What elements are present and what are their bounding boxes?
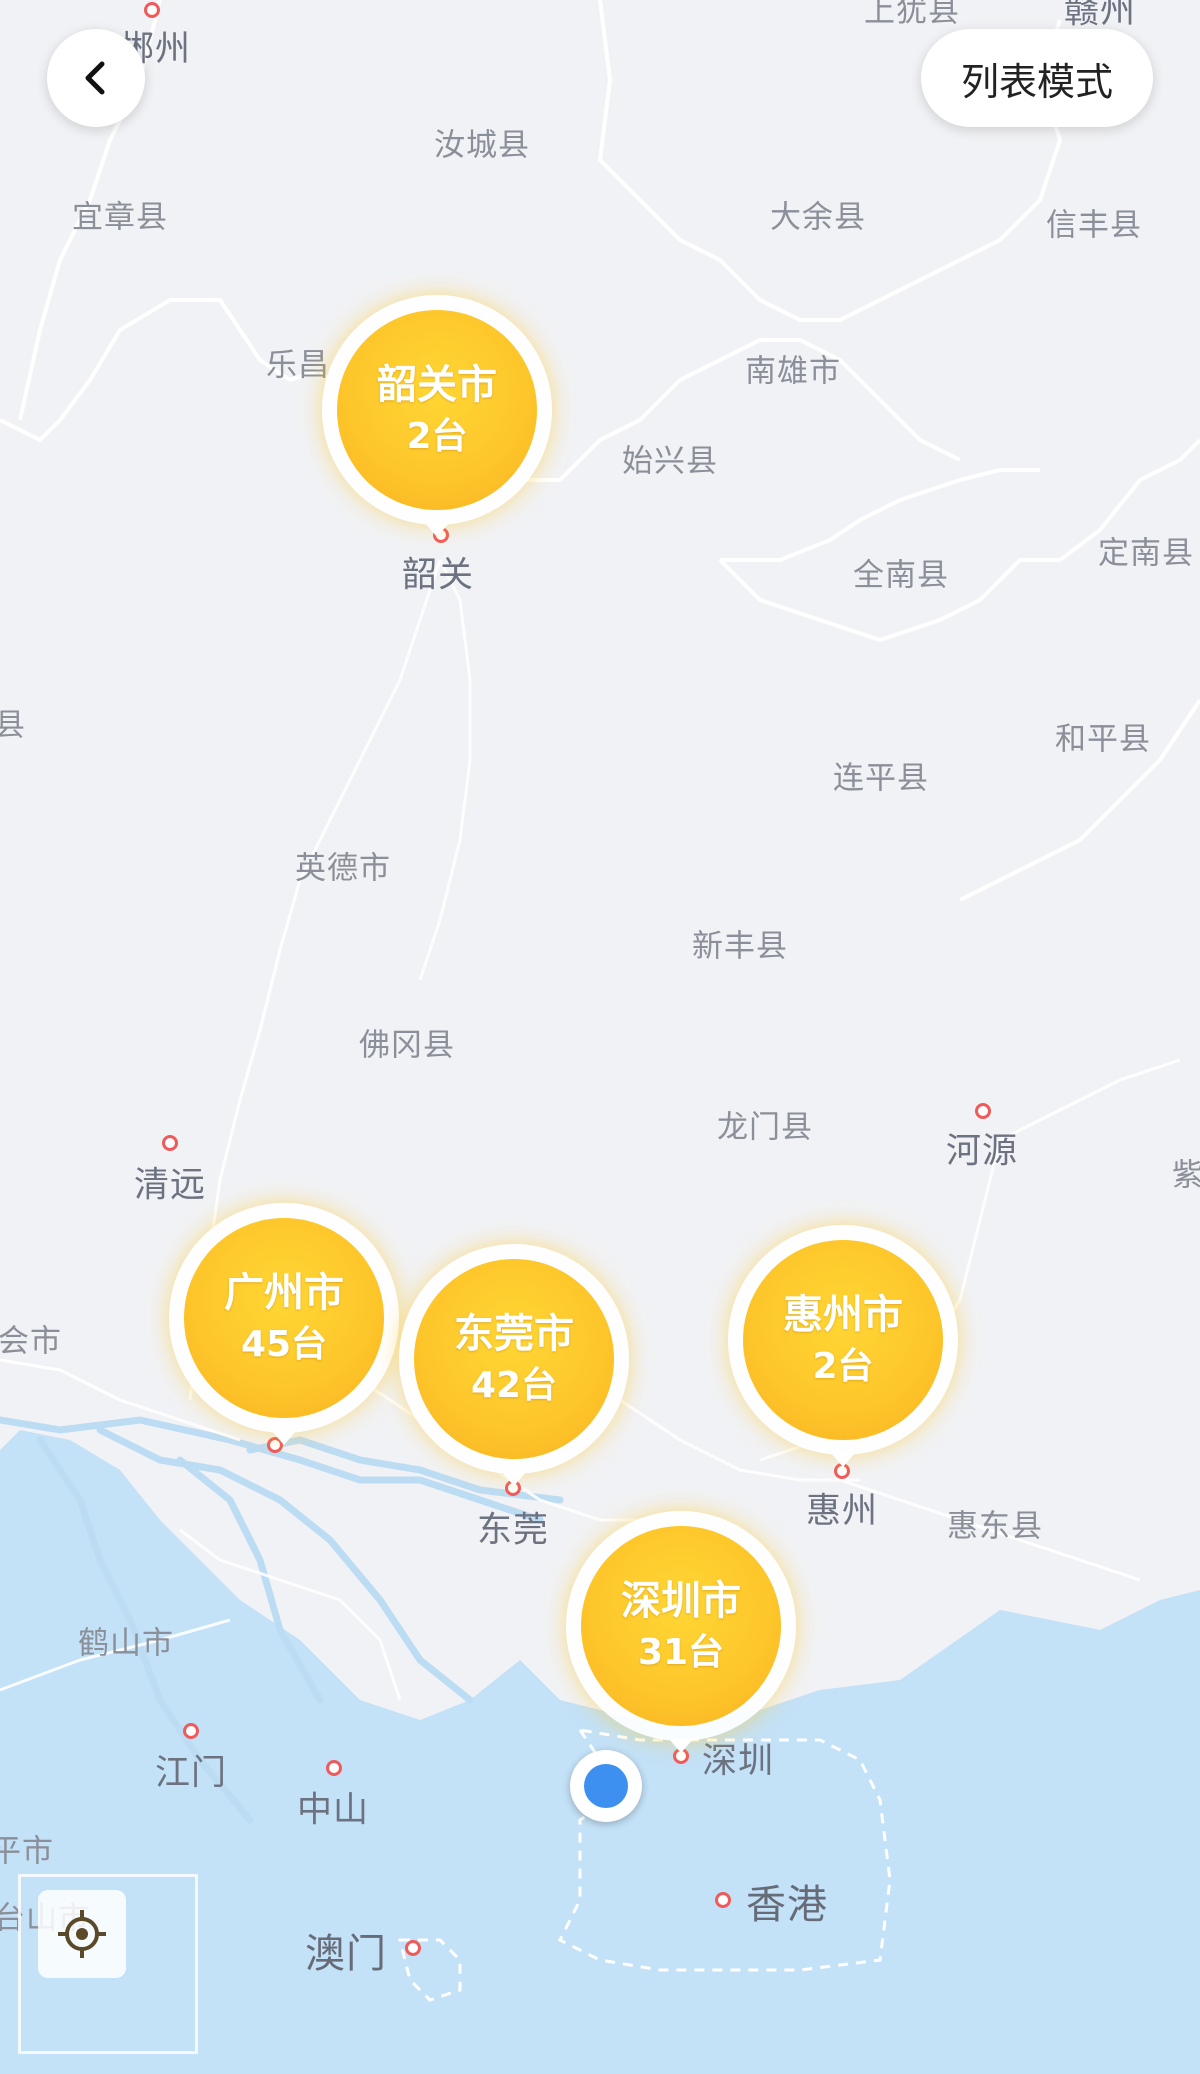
place-label: 会市: [0, 1323, 62, 1360]
city-dot-jiangmen: [183, 1723, 199, 1739]
city-dot-zhongshan: [326, 1760, 342, 1776]
cluster-name: 韶关市: [377, 362, 497, 408]
cluster-badge: 深圳市 31台: [581, 1526, 781, 1726]
place-label: 鹤山市: [78, 1625, 174, 1662]
place-label: 惠州: [805, 1491, 879, 1532]
cluster-marker-dongguan[interactable]: 东莞市 42台: [399, 1244, 629, 1486]
location-dot-icon: [584, 1764, 628, 1808]
place-label: 澳门: [305, 1931, 387, 1977]
cluster-badge: 惠州市 2台: [743, 1240, 943, 1440]
cluster-marker-guangzhou[interactable]: 广州市 45台: [169, 1203, 399, 1445]
place-label: 中山: [296, 1790, 370, 1831]
city-dot-aomen: [405, 1940, 421, 1956]
place-label: 龙门县: [717, 1109, 813, 1146]
city-dot-heyuan: [975, 1103, 991, 1119]
place-label: 汝城县: [434, 127, 530, 164]
cluster-marker-shenzhen[interactable]: 深圳市 31台: [566, 1511, 796, 1753]
place-label: 定南县: [1098, 535, 1194, 572]
chevron-left-icon: [85, 61, 105, 95]
place-label: 南雄市: [745, 353, 841, 390]
cluster-pointer: [425, 523, 449, 537]
locate-me-button[interactable]: [38, 1890, 126, 1978]
cluster-name: 深圳市: [621, 1578, 741, 1624]
crosshair-icon: [58, 1910, 106, 1958]
place-label: 全南县: [853, 557, 949, 594]
place-label: 韶关: [401, 555, 475, 596]
cluster-marker-shaoguan[interactable]: 韶关市 2台: [322, 295, 552, 537]
cluster-pointer: [272, 1431, 296, 1445]
cluster-count: 2台: [812, 1346, 874, 1387]
place-label: 信丰县: [1046, 207, 1142, 244]
cluster-name: 惠州市: [783, 1292, 903, 1338]
place-label: 深圳: [701, 1741, 775, 1782]
cluster-count: 2台: [406, 416, 468, 457]
cluster-name: 广州市: [224, 1270, 344, 1316]
place-label: 连平县: [833, 760, 929, 797]
place-label: 县: [0, 707, 26, 744]
cluster-badge: 韶关市 2台: [337, 310, 537, 510]
place-label: 始兴县: [622, 443, 718, 480]
place-label: 英德市: [295, 850, 391, 887]
user-location-marker: [570, 1750, 642, 1822]
cluster-pointer: [831, 1453, 855, 1467]
list-mode-button[interactable]: 列表模式: [921, 29, 1153, 127]
place-label: 宜章县: [72, 199, 168, 236]
cluster-name: 东莞市: [454, 1311, 574, 1357]
place-label: 佛冈县: [359, 1027, 455, 1064]
back-button[interactable]: [47, 29, 145, 127]
city-dot-chenzhou: [144, 2, 160, 18]
cluster-count: 45台: [240, 1324, 328, 1365]
cluster-count: 31台: [637, 1632, 725, 1673]
place-label: 紫: [1172, 1157, 1200, 1194]
cluster-pointer: [502, 1472, 526, 1486]
cluster-pointer: [669, 1739, 693, 1753]
place-label: 大余县: [770, 199, 866, 236]
place-label: 上犹县: [864, 0, 960, 30]
place-label: 香港: [746, 1882, 828, 1928]
place-label: 和平县: [1055, 721, 1151, 758]
place-label: 河源: [945, 1131, 1019, 1172]
city-dot-xianggang: [715, 1892, 731, 1908]
cluster-marker-huizhou[interactable]: 惠州市 2台: [728, 1225, 958, 1467]
cluster-badge: 东莞市 42台: [414, 1259, 614, 1459]
place-label: 江门: [154, 1753, 228, 1794]
city-dot-qingyuan: [162, 1135, 178, 1151]
place-label: 东莞: [476, 1510, 550, 1551]
place-label: 惠东县: [947, 1508, 1043, 1545]
place-label: 清远: [133, 1165, 207, 1206]
place-label: 平市: [0, 1833, 54, 1870]
place-label: 新丰县: [692, 928, 788, 965]
cluster-badge: 广州市 45台: [184, 1218, 384, 1418]
place-label: 乐昌: [266, 347, 330, 384]
cluster-count: 42台: [470, 1365, 558, 1406]
